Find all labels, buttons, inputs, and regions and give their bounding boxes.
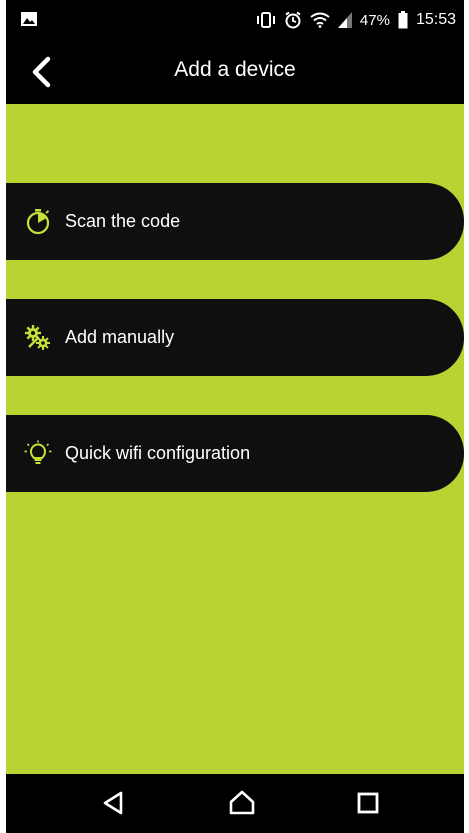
system-nav-bar [6, 774, 464, 833]
status-icons: 47% 15:53 [256, 9, 456, 31]
page-title: Add a device [174, 58, 296, 81]
wifi-icon [310, 12, 330, 28]
gears-icon [25, 324, 50, 350]
app-bar: Add a device [6, 40, 464, 104]
status-time: 15:53 [415, 11, 456, 28]
battery-icon [398, 11, 408, 29]
scan-code-button[interactable]: Scan the code [6, 183, 464, 260]
nav-back-button[interactable] [99, 788, 129, 818]
recents-icon [357, 792, 379, 814]
status-bar: 47% 15:53 [6, 0, 464, 40]
nav-recents-button[interactable] [353, 788, 383, 818]
lightbulb-icon [24, 440, 52, 464]
home-icon [229, 790, 255, 815]
quick-wifi-config-button[interactable]: Quick wifi configuration [6, 415, 464, 492]
quick-wifi-config-label: Quick wifi configuration [65, 443, 251, 463]
battery-percent: 47% [359, 11, 390, 29]
scan-code-label: Scan the code [65, 211, 181, 231]
back-triangle-icon [103, 791, 123, 815]
vibrate-icon [256, 12, 275, 28]
image-icon [21, 12, 37, 26]
alarm-icon [285, 11, 301, 29]
phone-screen: 47% 15:53 Add a device Scan the code Add… [6, 0, 464, 833]
nav-home-button[interactable] [227, 788, 257, 818]
signal-icon [337, 12, 352, 28]
add-manually-label: Add manually [65, 327, 175, 347]
add-manually-button[interactable]: Add manually [6, 299, 464, 376]
stopwatch-icon [26, 208, 50, 234]
